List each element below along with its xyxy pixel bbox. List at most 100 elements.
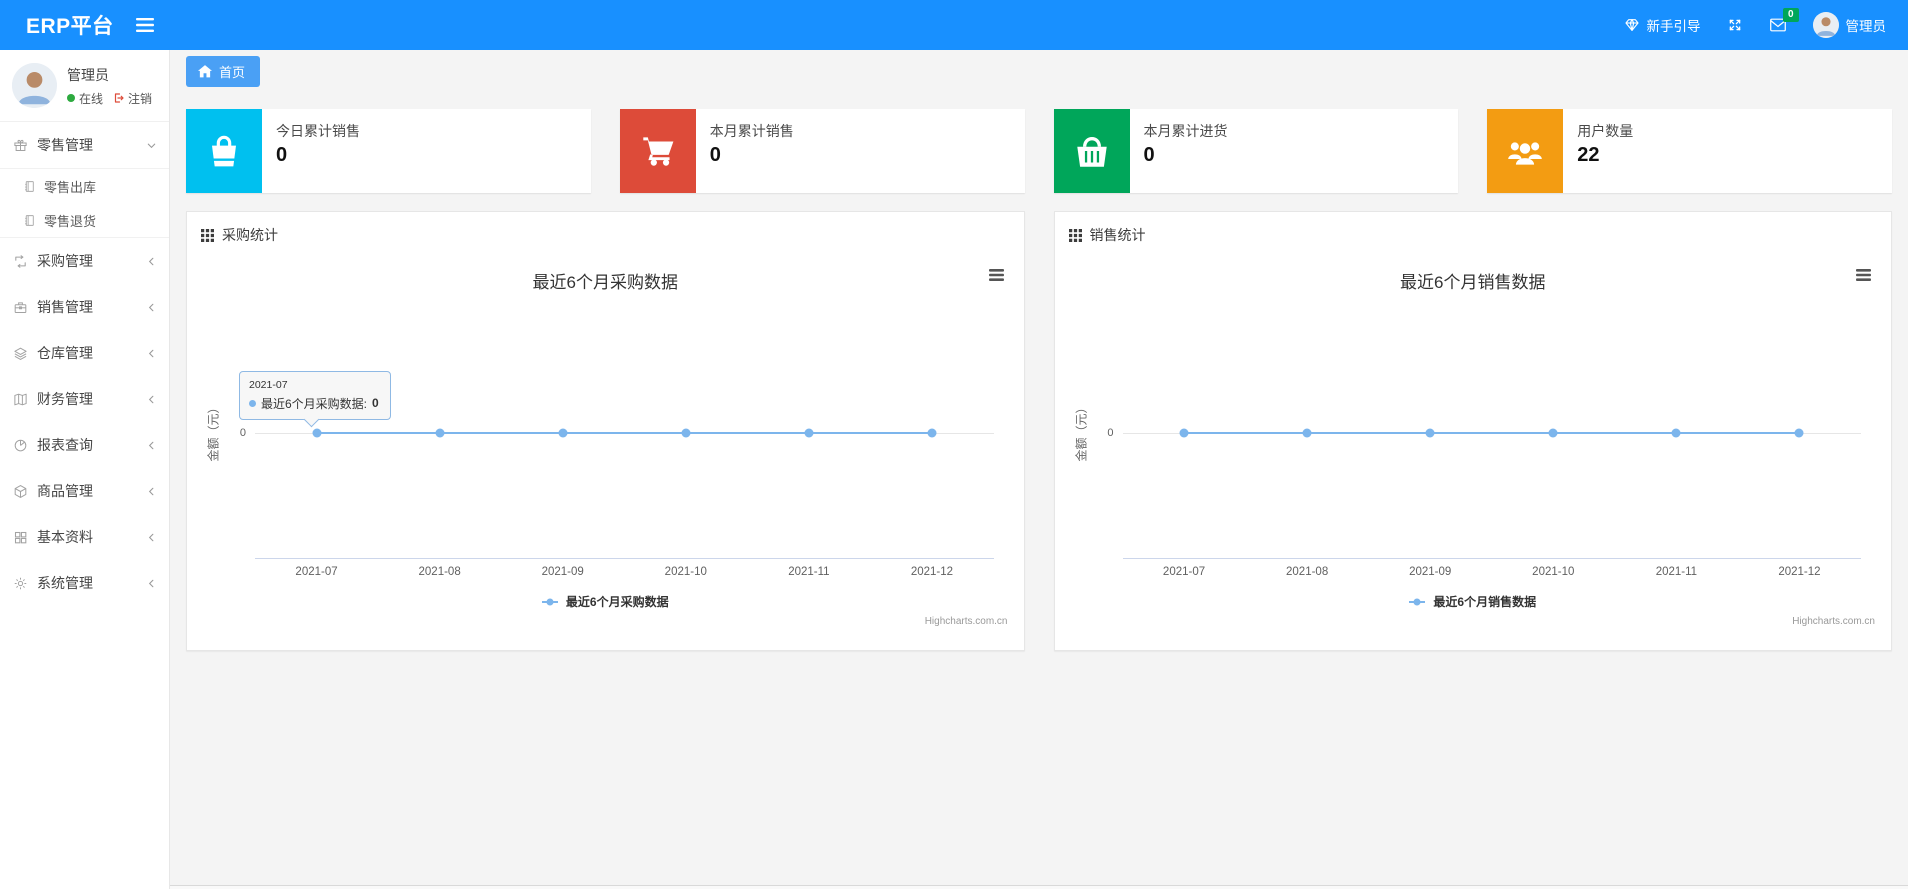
shopping-bag-icon [186, 109, 262, 193]
panel-title: 采购统计 [222, 227, 278, 243]
newbie-guide-button[interactable]: 新手引导 [1624, 15, 1701, 35]
sidebar-username: 管理员 [67, 66, 109, 83]
x-axis-label: 2021-11 [788, 566, 830, 578]
chevron-left-icon [146, 578, 157, 589]
fullscreen-button[interactable] [1727, 17, 1743, 33]
data-point[interactable] [681, 428, 691, 437]
series-line [1184, 431, 1800, 434]
data-point[interactable] [804, 428, 814, 437]
sidebar-item-retail-return[interactable]: 零售退货 [0, 203, 169, 237]
x-axis-label: 2021-08 [1286, 566, 1329, 578]
sidebar-item-label: 零售退货 [44, 213, 97, 229]
stat-card-label: 本月累计销售 [709, 123, 794, 139]
stat-card-value: 22 [1577, 144, 1600, 166]
stat-card-month-sales[interactable]: 本月累计销售 0 [619, 109, 1025, 193]
sidebar-item-label: 销售管理 [37, 299, 93, 315]
sidebar-item-reports[interactable]: 报表查询 [0, 422, 169, 468]
username-label: 管理员 [1845, 19, 1887, 34]
sidebar-item-label: 报表查询 [37, 437, 93, 453]
stat-card-value: 0 [1143, 144, 1155, 166]
panel-header: 销售统计 [1055, 212, 1892, 255]
sidebar-item-label: 财务管理 [37, 391, 93, 407]
data-point[interactable] [312, 428, 322, 437]
sidebar-item-label: 零售管理 [37, 137, 93, 153]
hamburger-icon [135, 18, 154, 32]
sidebar-item-warehouse[interactable]: 仓库管理 [0, 330, 169, 376]
brand-logo[interactable]: ERP平台 [0, 10, 114, 40]
layers-icon [12, 346, 28, 361]
journal-icon [22, 180, 36, 193]
main-content: 首页 今日累计销售 0 本月累计销售 0 本月累计进货 0 用户数量 22 采购… [170, 50, 1908, 889]
hamburger-icon [1856, 269, 1871, 281]
gear-icon [12, 576, 28, 591]
sidebar-user-panel: 管理员 在线 注销 [0, 50, 169, 122]
stat-card-value: 0 [709, 144, 721, 166]
chevron-down-icon [146, 140, 157, 151]
data-point[interactable] [1302, 428, 1312, 437]
stat-card-month-purchase[interactable]: 本月累计进货 0 [1053, 109, 1459, 193]
online-status-label: 在线 [79, 91, 104, 106]
sidebar-item-basic-data[interactable]: 基本资料 [0, 514, 169, 560]
sidebar-item-goods[interactable]: 商品管理 [0, 468, 169, 514]
online-status-dot [67, 94, 75, 102]
sidebar-item-purchase[interactable]: 采购管理 [0, 238, 169, 284]
data-point[interactable] [1671, 428, 1681, 437]
stat-card-user-count[interactable]: 用户数量 22 [1487, 109, 1892, 193]
sidebar-item-retail-outbound[interactable]: 零售出库 [0, 169, 169, 203]
chart-context-menu-button[interactable] [1854, 267, 1873, 283]
sidebar-submenu-retail: 零售出库 零售退货 [0, 168, 169, 238]
x-axis-label: 2021-10 [1532, 566, 1575, 578]
credits-link[interactable]: Highcharts.com.cn [925, 616, 1008, 627]
data-point[interactable] [1425, 428, 1435, 437]
legend[interactable]: 最近6个月销售数据 [1065, 593, 1882, 610]
data-point[interactable] [1179, 428, 1189, 437]
y-axis-title: 金额（元） [206, 401, 221, 462]
data-point[interactable] [927, 428, 937, 437]
logout-link[interactable]: 注销 [113, 90, 152, 107]
series-marker-icon [249, 399, 256, 407]
tab-home[interactable]: 首页 [186, 56, 261, 87]
sales-chart: 最近6个月销售数据 金额（元） 0 2021-07 2021-08 2021-09 2… [1065, 255, 1882, 640]
shopping-basket-icon [1053, 109, 1130, 193]
chevron-left-icon [146, 302, 157, 313]
sidebar-item-retail[interactable]: 零售管理 [0, 122, 169, 168]
sales-stats-panel: 销售统计 最近6个月销售数据 金额（元） 0 2021-07 2021-08 202… [1053, 211, 1892, 651]
data-point[interactable] [1794, 428, 1804, 437]
legend-marker-icon [541, 600, 558, 603]
gift-icon [12, 138, 28, 153]
pie-chart-icon [12, 438, 28, 453]
messages-button[interactable]: 0 [1769, 8, 1799, 33]
chevron-left-icon [146, 486, 157, 497]
sidebar: 管理员 在线 注销 零售管理 零售出库 零售退货 采购管理 销售管理 仓库管理 … [0, 50, 170, 889]
chart-tooltip: 2021-07 最近6个月采购数据: 0 [239, 370, 391, 420]
sidebar-toggle-button[interactable] [135, 18, 154, 32]
stat-card-today-sales[interactable]: 今日累计销售 0 [186, 109, 591, 193]
stat-card-value: 0 [276, 144, 288, 166]
purchase-stats-panel: 采购统计 最近6个月采购数据 金额（元） 0 2021-07 2021-08 202… [186, 211, 1025, 651]
data-point[interactable] [1548, 428, 1558, 437]
sidebar-item-sales[interactable]: 销售管理 [0, 284, 169, 330]
sidebar-item-label: 零售出库 [44, 179, 97, 195]
x-axis-label: 2021-07 [295, 566, 338, 578]
sidebar-item-finance[interactable]: 财务管理 [0, 376, 169, 422]
data-point[interactable] [558, 428, 568, 437]
stat-card-label: 今日累计销售 [276, 123, 360, 139]
legend[interactable]: 最近6个月采购数据 [197, 593, 1014, 610]
legend-marker-icon [1409, 600, 1426, 603]
tab-home-label: 首页 [219, 65, 246, 80]
briefcase-icon [12, 300, 28, 315]
data-point[interactable] [435, 428, 445, 437]
cube-icon [12, 484, 28, 499]
sidebar-item-system[interactable]: 系统管理 [0, 560, 169, 606]
chevron-left-icon [146, 256, 157, 267]
chart-context-menu-button[interactable] [987, 267, 1006, 283]
credits-link[interactable]: Highcharts.com.cn [1792, 616, 1875, 627]
stat-card-label: 用户数量 [1577, 123, 1634, 139]
user-menu[interactable]: 管理员 [1812, 12, 1887, 38]
home-icon [198, 65, 212, 78]
navbar-right: 新手引导 0 管理员 [1624, 8, 1908, 38]
chevron-left-icon [146, 348, 157, 359]
sidebar-menu: 零售管理 零售出库 零售退货 采购管理 销售管理 仓库管理 财务管理 报表查询 … [0, 122, 169, 606]
users-icon [1487, 109, 1564, 193]
stat-card-label: 本月累计进货 [1143, 123, 1228, 139]
